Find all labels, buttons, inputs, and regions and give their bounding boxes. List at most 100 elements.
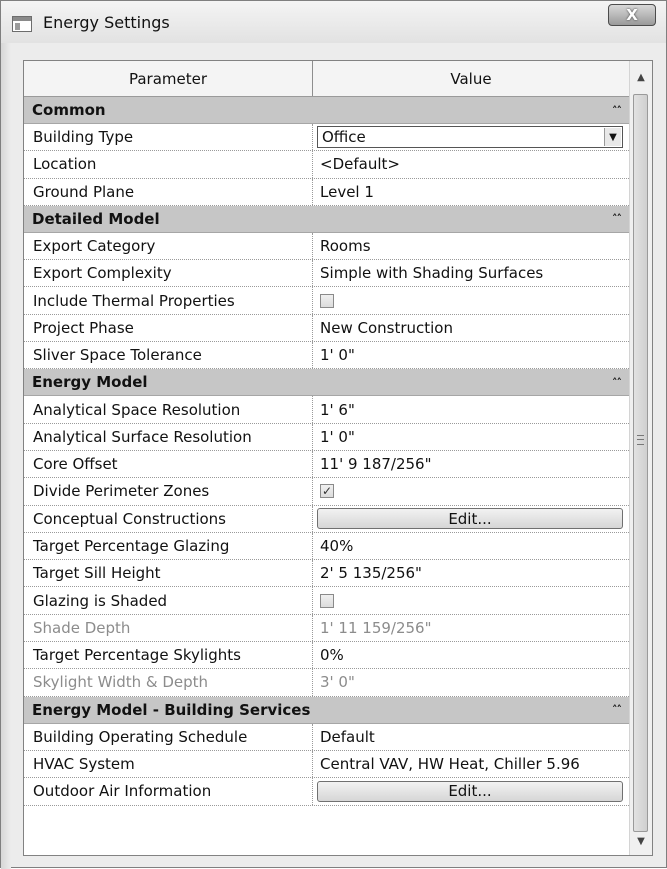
- select-value: Office: [322, 128, 366, 147]
- building-type-select[interactable]: Office ▼: [317, 126, 623, 149]
- group-label: Common: [32, 101, 106, 119]
- property-name: Target Percentage Skylights: [24, 642, 313, 669]
- grid-header: Parameter Value: [24, 61, 629, 97]
- close-icon: X: [626, 6, 638, 24]
- property-value: 2' 5 135/256": [320, 564, 422, 583]
- property-value-cell[interactable]: 0%: [313, 642, 629, 668]
- property-value-cell[interactable]: Office ▼: [313, 124, 629, 150]
- collapse-icon[interactable]: ˄˄: [612, 377, 622, 388]
- property-value-cell[interactable]: Edit...: [313, 506, 629, 532]
- property-value-cell[interactable]: ✓: [313, 478, 629, 504]
- collapse-icon[interactable]: ˄˄: [612, 105, 622, 116]
- chevron-down-icon[interactable]: ▼: [604, 128, 621, 147]
- property-value-cell[interactable]: Simple with Shading Surfaces: [313, 260, 629, 286]
- parameter-column-header[interactable]: Parameter: [24, 61, 313, 96]
- property-value-cell[interactable]: 11' 9 187/256": [313, 451, 629, 477]
- property-name: Ground Plane: [24, 178, 313, 205]
- scroll-up-button[interactable]: ▲: [630, 67, 652, 87]
- property-row-project-phase[interactable]: Project Phase New Construction: [24, 314, 629, 343]
- property-row-core-offset[interactable]: Core Offset 11' 9 187/256": [24, 450, 629, 479]
- property-value-cell[interactable]: 40%: [313, 533, 629, 559]
- property-value-cell[interactable]: Rooms: [313, 233, 629, 259]
- group-header-energy-model[interactable]: Energy Model ˄˄: [24, 369, 629, 397]
- properties-grid: Parameter Value Common ˄˄ Building Type Off…: [24, 61, 629, 806]
- property-value-cell[interactable]: Edit...: [313, 778, 629, 804]
- vertical-scrollbar[interactable]: ▲ ▼: [629, 61, 652, 855]
- group-header-common[interactable]: Common ˄˄: [24, 97, 629, 124]
- property-row-divide-perimeter-zones[interactable]: Divide Perimeter Zones ✓: [24, 478, 629, 506]
- property-checkbox[interactable]: [320, 293, 334, 308]
- property-value-cell[interactable]: Level 1: [313, 179, 629, 205]
- property-row-building-type[interactable]: Building Type Office ▼: [24, 124, 629, 152]
- property-value: 3' 0": [320, 673, 355, 692]
- collapse-icon[interactable]: ˄˄: [612, 213, 622, 224]
- property-value-cell: 3' 0": [313, 669, 629, 695]
- property-value: Central VAV, HW Heat, Chiller 5.96: [320, 755, 580, 774]
- property-row-include-thermal-properties[interactable]: Include Thermal Properties: [24, 287, 629, 315]
- property-value-cell[interactable]: [313, 587, 629, 613]
- property-value-cell[interactable]: 1' 0": [313, 424, 629, 450]
- property-name: Divide Perimeter Zones: [24, 478, 313, 505]
- property-name: Core Offset: [24, 450, 313, 478]
- property-checkbox[interactable]: [320, 593, 334, 608]
- edit-button[interactable]: Edit...: [317, 508, 623, 530]
- property-row-outdoor-air-information[interactable]: Outdoor Air Information Edit...: [24, 778, 629, 806]
- property-row-target-percentage-skylights[interactable]: Target Percentage Skylights 0%: [24, 642, 629, 670]
- property-name: Glazing is Shaded: [24, 587, 313, 614]
- property-row-sliver-space-tolerance[interactable]: Sliver Space Tolerance 1' 0": [24, 342, 629, 370]
- grip-icon: [637, 435, 644, 445]
- edit-button[interactable]: Edit...: [317, 780, 623, 802]
- property-value: 1' 0": [320, 427, 355, 446]
- property-value: 1' 6": [320, 400, 355, 419]
- property-row-building-operating-schedule[interactable]: Building Operating Schedule Default: [24, 723, 629, 751]
- property-value-cell[interactable]: 1' 0": [313, 342, 629, 368]
- property-name: HVAC System: [24, 750, 313, 778]
- property-value: Default: [320, 727, 375, 746]
- property-row-skylight-width-and-depth[interactable]: Skylight Width & Depth 3' 0": [24, 669, 629, 697]
- collapse-icon[interactable]: ˄˄: [612, 704, 622, 715]
- group-header-detailed-model[interactable]: Detailed Model ˄˄: [24, 205, 629, 233]
- property-value-cell[interactable]: 1' 6": [313, 396, 629, 422]
- property-value: Level 1: [320, 182, 374, 201]
- window-frame-edge: [1, 43, 11, 869]
- property-row-export-category[interactable]: Export Category Rooms: [24, 232, 629, 261]
- property-value: Simple with Shading Surfaces: [320, 264, 544, 283]
- property-row-hvac-system[interactable]: HVAC System Central VAV, HW Heat, Chiller…: [24, 750, 629, 779]
- property-row-export-complexity[interactable]: Export Complexity Simple with Shading Sur…: [24, 260, 629, 288]
- property-value: 11' 9 187/256": [320, 455, 432, 474]
- property-value-cell[interactable]: New Construction: [313, 315, 629, 341]
- property-name: Outdoor Air Information: [24, 778, 313, 805]
- property-row-ground-plane[interactable]: Ground Plane Level 1: [24, 178, 629, 206]
- property-value: <Default>: [320, 155, 400, 174]
- property-row-analytical-space-resolution[interactable]: Analytical Space Resolution 1' 6": [24, 396, 629, 424]
- checkmark-icon: ✓: [321, 484, 333, 499]
- property-name: Analytical Space Resolution: [24, 396, 313, 423]
- window-icon: [12, 16, 32, 32]
- property-value-cell[interactable]: Central VAV, HW Heat, Chiller 5.96: [313, 751, 629, 777]
- property-name: Analytical Surface Resolution: [24, 423, 313, 450]
- property-row-analytical-surface-resolution[interactable]: Analytical Surface Resolution 1' 0": [24, 423, 629, 451]
- property-row-location[interactable]: Location <Default>: [24, 151, 629, 179]
- property-row-target-percentage-glazing[interactable]: Target Percentage Glazing 40%: [24, 532, 629, 561]
- property-row-conceptual-constructions[interactable]: Conceptual Constructions Edit...: [24, 505, 629, 533]
- scroll-down-button[interactable]: ▼: [630, 831, 652, 851]
- property-name: Project Phase: [24, 314, 313, 342]
- property-value: 0%: [320, 646, 344, 665]
- property-name: Shade Depth: [24, 614, 313, 642]
- value-column-header[interactable]: Value: [313, 61, 629, 96]
- window-title: Energy Settings: [43, 13, 170, 32]
- property-value-cell[interactable]: 2' 5 135/256": [313, 560, 629, 586]
- property-value-cell[interactable]: <Default>: [313, 151, 629, 177]
- scroll-thumb[interactable]: [633, 94, 648, 832]
- title-bar: Energy Settings X: [1, 1, 666, 43]
- property-value: 40%: [320, 537, 354, 555]
- property-row-shade-depth[interactable]: Shade Depth 1' 11 159/256": [24, 614, 629, 643]
- property-row-target-sill-height[interactable]: Target Sill Height 2' 5 135/256": [24, 560, 629, 588]
- close-button[interactable]: X: [608, 4, 656, 26]
- property-row-glazing-is-shaded[interactable]: Glazing is Shaded: [24, 587, 629, 615]
- property-checkbox[interactable]: ✓: [320, 484, 334, 499]
- property-value-cell[interactable]: Default: [313, 724, 629, 750]
- group-header-energy-model-building-services[interactable]: Energy Model - Building Services ˄˄: [24, 696, 629, 724]
- grid-body: Common ˄˄ Building Type Office ▼ Location <Def…: [24, 97, 629, 806]
- property-value-cell[interactable]: [313, 287, 629, 313]
